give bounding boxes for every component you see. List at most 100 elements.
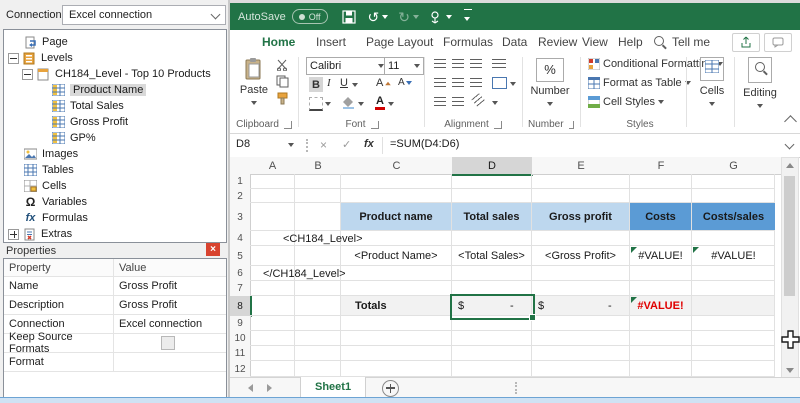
cell-a6[interactable]: </CH184_Level> — [263, 266, 463, 281]
column-header-b[interactable]: B — [295, 157, 342, 175]
font-color-dropdown-icon[interactable] — [388, 102, 394, 106]
align-top-icon[interactable] — [434, 59, 446, 68]
font-dialog-launcher-icon[interactable] — [371, 121, 379, 129]
row-header-7[interactable]: 7 — [230, 281, 251, 297]
cell-styles-button[interactable]: Cell Styles — [588, 96, 664, 108]
copy-icon[interactable] — [276, 75, 289, 88]
undo-dropdown-icon[interactable] — [382, 15, 388, 19]
touch-mode-dropdown-icon[interactable] — [446, 15, 452, 19]
decrease-indent-icon[interactable] — [434, 97, 446, 106]
font-size-select[interactable]: 11 — [384, 57, 424, 75]
name-box-dropdown-icon[interactable] — [288, 143, 294, 147]
wrap-text-icon[interactable] — [492, 59, 506, 68]
collapse-ribbon-icon[interactable] — [784, 115, 797, 128]
cell-e3[interactable]: Gross profit — [532, 203, 629, 230]
italic-button[interactable]: I — [327, 77, 331, 89]
collapse-toggle-icon[interactable] — [22, 69, 33, 80]
percent-style-icon[interactable]: % — [536, 58, 564, 82]
tree-item-field-gp-percent[interactable]: GP% — [52, 130, 96, 146]
active-cell-selection[interactable] — [450, 294, 535, 320]
row-header-6[interactable]: 6 — [230, 266, 251, 282]
tree-item-cells[interactable]: Cells — [24, 178, 66, 194]
merge-center-icon[interactable] — [492, 77, 507, 89]
tree-item-field-product-name[interactable]: Product Name — [52, 82, 146, 98]
tree-item-field-gross-profit[interactable]: Gross Profit — [52, 114, 128, 130]
customize-qat-icon[interactable] — [464, 9, 472, 24]
tree-item-formulas[interactable]: fx Formulas — [24, 210, 88, 226]
cell-a4[interactable]: <CH184_Level> — [283, 231, 483, 246]
font-name-select[interactable]: Calibri — [306, 57, 388, 75]
cell-f3[interactable]: Costs — [630, 203, 691, 230]
row-header-4[interactable]: 4 — [230, 231, 251, 247]
bold-button[interactable]: B — [309, 77, 323, 92]
name-box[interactable]: D8 — [236, 138, 250, 150]
editing-button[interactable]: Editing — [740, 57, 780, 111]
column-header-f[interactable]: F — [630, 157, 693, 175]
scroll-down-icon[interactable] — [786, 368, 794, 373]
save-icon[interactable] — [342, 10, 356, 24]
column-header-c[interactable]: C — [341, 157, 453, 175]
undo-icon[interactable]: ↺ — [368, 10, 380, 24]
number-format-button[interactable]: Number — [526, 85, 574, 109]
cell-e8-value[interactable]: - — [608, 296, 618, 316]
close-icon[interactable]: × — [206, 243, 220, 256]
tab-page-layout[interactable]: Page Layout — [366, 30, 433, 53]
formula-bar-drag-handle[interactable] — [306, 139, 308, 152]
font-color-icon[interactable]: A — [375, 95, 385, 110]
cancel-icon[interactable]: × — [320, 138, 327, 152]
row-header-10[interactable]: 10 — [230, 331, 251, 347]
number-dialog-launcher-icon[interactable] — [569, 121, 574, 129]
format-painter-icon[interactable] — [276, 92, 289, 105]
property-row-format[interactable]: Format — [4, 352, 226, 372]
increase-font-icon[interactable]: A — [376, 77, 392, 89]
property-row-keep-source-formats[interactable]: Keep Source Formats — [4, 333, 226, 353]
paste-dropdown-icon[interactable] — [251, 101, 257, 105]
borders-icon[interactable] — [309, 97, 323, 111]
cell-d3[interactable]: Total sales — [452, 203, 531, 230]
alignment-dialog-launcher-icon[interactable] — [494, 121, 502, 129]
expand-formula-bar-icon[interactable] — [785, 140, 795, 150]
column-header-g[interactable]: G — [692, 157, 776, 175]
tell-me-label[interactable]: Tell me — [672, 30, 710, 53]
row-header-8-selected[interactable]: 8 — [230, 296, 252, 317]
fill-handle[interactable] — [529, 314, 536, 321]
align-center-icon[interactable] — [452, 78, 464, 87]
column-header-a[interactable]: A — [250, 157, 296, 175]
tree-item-extras[interactable]: Extras — [8, 226, 72, 242]
row-header-9[interactable]: 9 — [230, 316, 251, 332]
tab-view[interactable]: View — [582, 30, 608, 53]
column-header-d-selected[interactable]: D — [452, 157, 533, 176]
previous-sheet-icon[interactable] — [248, 384, 253, 392]
cell-c8[interactable]: Totals — [355, 296, 451, 316]
cell-c5[interactable]: <Product Name> — [341, 246, 451, 266]
cut-icon[interactable] — [276, 59, 289, 71]
tree-item-page[interactable]: Page — [24, 34, 68, 50]
align-bottom-icon[interactable] — [470, 59, 482, 68]
redo-dropdown-icon[interactable] — [413, 15, 419, 19]
borders-dropdown-icon[interactable] — [325, 102, 331, 106]
decrease-font-icon[interactable]: A — [398, 77, 412, 88]
tree-item-levels[interactable]: Levels — [8, 50, 73, 66]
sheet-tab-sheet1[interactable]: Sheet1 — [300, 377, 366, 399]
tree-item-field-total-sales[interactable]: Total Sales — [52, 98, 124, 114]
tree-item-tables[interactable]: Tables — [24, 162, 74, 178]
cell-e8-currency[interactable]: $ — [538, 296, 548, 316]
orientation-icon[interactable] — [471, 93, 486, 109]
tab-insert[interactable]: Insert — [316, 30, 346, 53]
cell-e5[interactable]: <Gross Profit> — [532, 246, 629, 266]
tree-item-images[interactable]: Images — [24, 146, 78, 162]
redo-icon[interactable]: ↻ — [398, 10, 410, 24]
tab-formulas[interactable]: Formulas — [443, 30, 493, 53]
collapse-toggle-icon[interactable] — [8, 53, 19, 64]
row-header-2[interactable]: 2 — [230, 189, 251, 204]
row-header-12[interactable]: 12 — [230, 361, 251, 378]
select-all-corner[interactable] — [230, 157, 251, 175]
tab-data[interactable]: Data — [502, 30, 527, 53]
format-as-table-button[interactable]: Format as Table — [588, 77, 691, 89]
autosave-toggle[interactable]: Off — [292, 9, 328, 24]
comments-button[interactable] — [764, 33, 792, 52]
cells-button[interactable]: Cells — [694, 57, 730, 109]
align-right-icon[interactable] — [470, 78, 482, 87]
merge-dropdown-icon[interactable] — [510, 82, 516, 86]
cell-d5[interactable]: <Total Sales> — [452, 246, 531, 266]
